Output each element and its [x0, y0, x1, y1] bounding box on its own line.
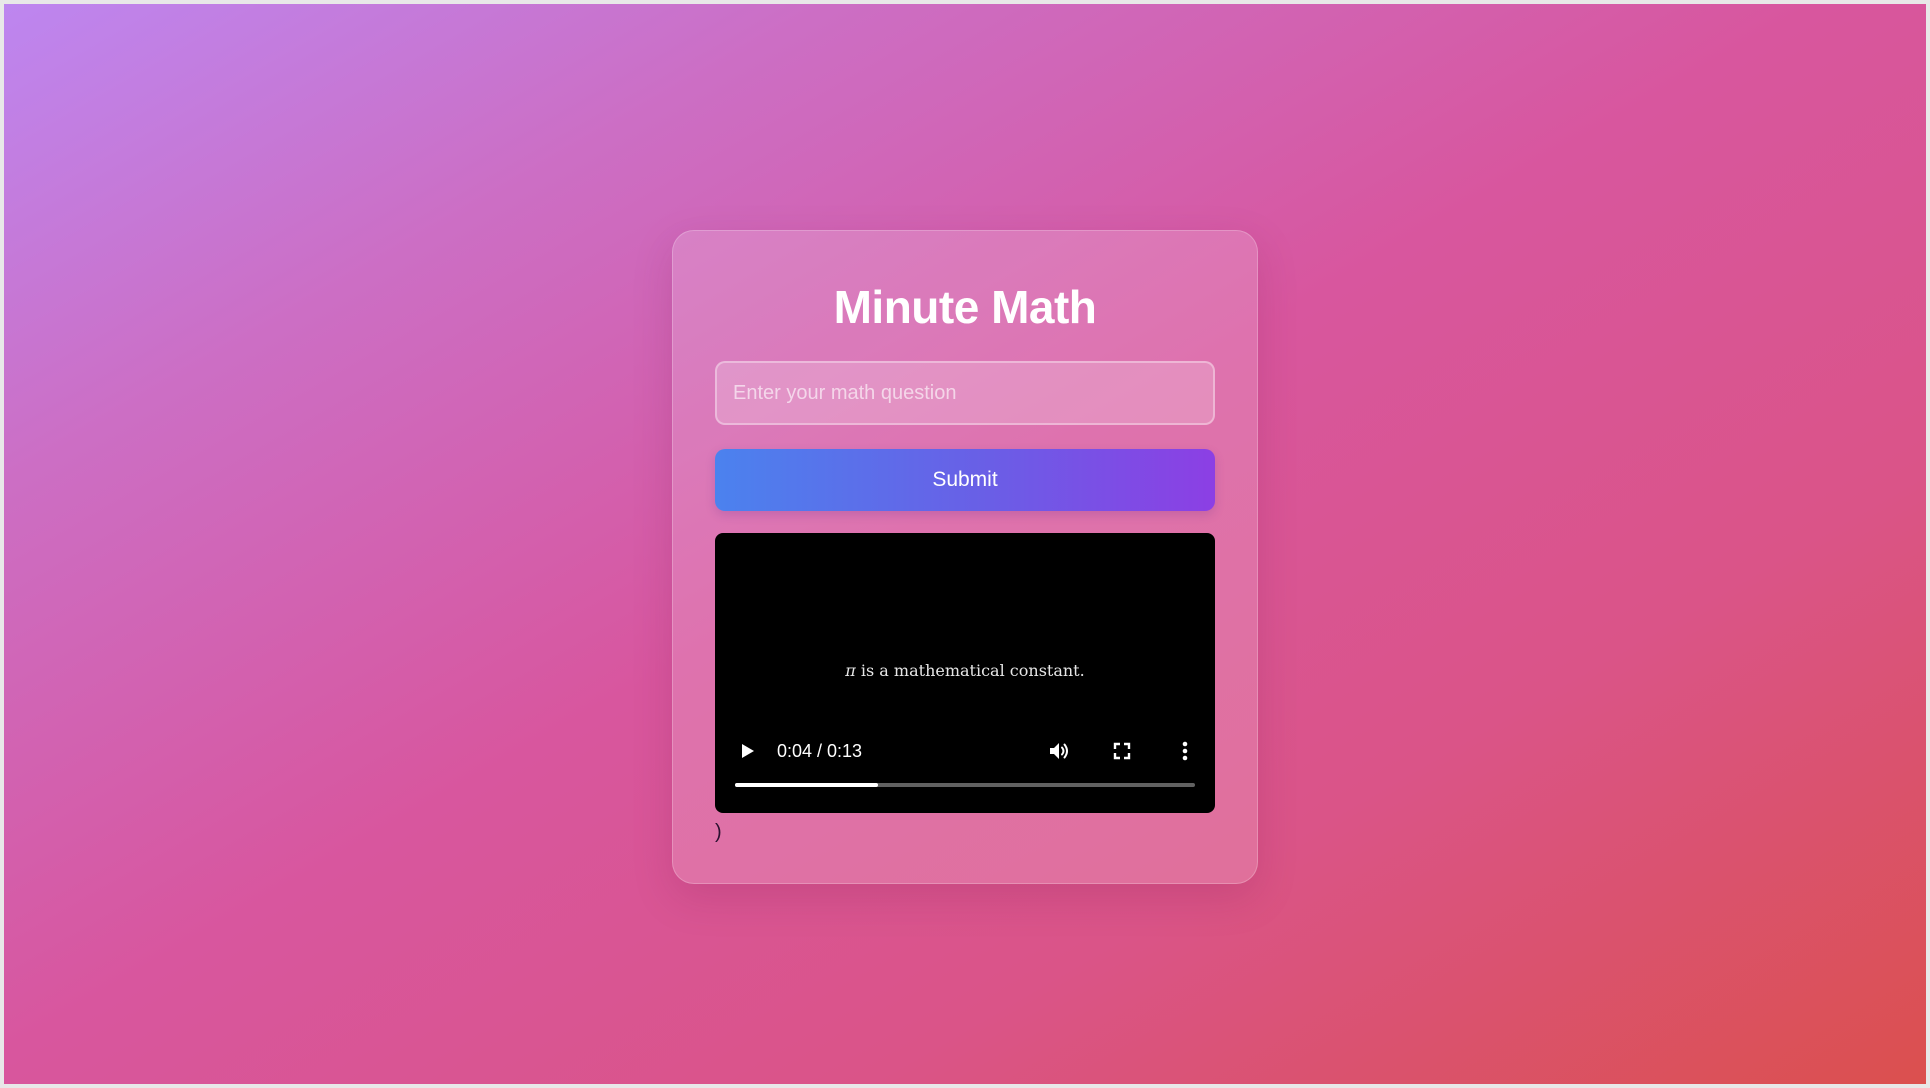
fullscreen-icon [1113, 742, 1131, 760]
volume-icon [1050, 743, 1068, 759]
page-title: Minute Math [833, 281, 1097, 333]
more-options-button[interactable] [1171, 737, 1199, 765]
video-frame-text: π is a mathematical constant. [715, 661, 1215, 680]
stray-text: ) [715, 821, 722, 843]
video-caption-text: is a mathematical constant. [855, 661, 1085, 680]
play-button[interactable] [733, 737, 761, 765]
volume-button[interactable] [1045, 737, 1073, 765]
more-options-icon [1182, 741, 1188, 761]
pi-symbol: π [845, 661, 856, 680]
fullscreen-button[interactable] [1108, 737, 1136, 765]
main-card: Minute Math Submit π is a mathematical c… [672, 230, 1258, 884]
play-icon [742, 744, 754, 758]
video-time-display: 0:04 / 0:13 [777, 741, 863, 761]
math-question-input[interactable] [715, 361, 1215, 425]
video-progress-fill [735, 783, 878, 787]
video-controls: 0:04 / 0:13 [715, 737, 1215, 765]
page-background: Minute Math Submit π is a mathematical c… [4, 4, 1926, 1084]
submit-button[interactable]: Submit [715, 449, 1215, 511]
video-player[interactable]: π is a mathematical constant. 0:04 / 0:1… [715, 533, 1215, 813]
video-progress-bar[interactable] [735, 783, 1195, 787]
